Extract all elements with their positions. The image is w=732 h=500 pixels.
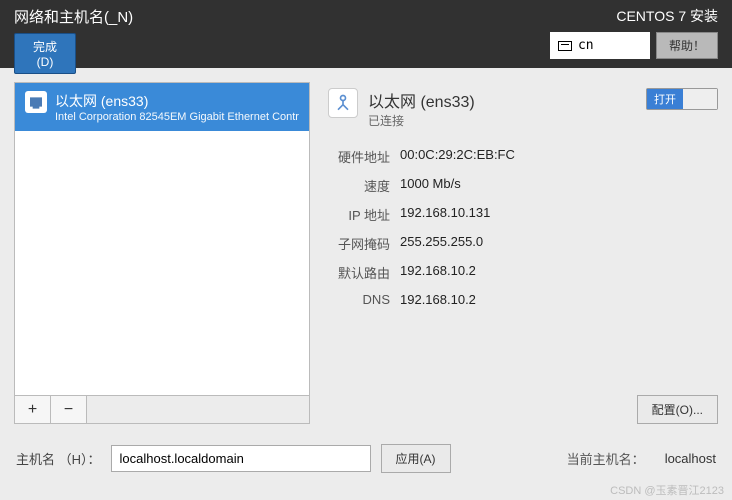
add-device-button[interactable]: + [15,396,51,423]
hostname-input[interactable] [111,445,371,472]
remove-device-button[interactable]: − [51,396,87,423]
done-button[interactable]: 完成(D) [14,33,76,74]
add-remove-bar: + − [14,396,310,424]
ethernet-icon [25,91,47,113]
info-row-gateway: 默认路由192.168.10.2 [328,263,718,282]
info-row-speed: 速度1000 Mb/s [328,176,718,195]
info-row-hwaddr: 硬件地址00:0C:29:2C:EB:FC [328,147,718,166]
detail-title: 以太网 (ens33) [368,88,475,112]
content-area: 以太网 (ens33) Intel Corporation 82545EM Gi… [0,68,732,438]
help-button[interactable]: 帮助！ [656,32,718,59]
ethernet-icon [328,88,358,118]
device-item-ens33[interactable]: 以太网 (ens33) Intel Corporation 82545EM Gi… [15,83,309,131]
info-row-dns: DNS192.168.10.2 [328,292,718,307]
configure-button[interactable]: 配置(O)... [637,395,718,424]
connection-toggle[interactable]: 打开 [646,88,718,110]
keyboard-layout-label: cn [578,38,594,53]
header-bar: 网络和主机名(_N) 完成(D) CENTOS 7 安装 cn 帮助！ [0,0,732,68]
keyboard-icon [558,41,572,51]
device-subtitle: Intel Corporation 82545EM Gigabit Ethern… [55,111,299,123]
page-title: 网络和主机名(_N) [14,6,133,27]
info-row-mask: 子网掩码255.255.255.0 [328,234,718,253]
current-hostname-value: localhost [665,451,716,466]
keyboard-layout-selector[interactable]: cn [550,32,650,59]
watermark: CSDN @玉素晋江2123 [610,482,724,498]
hostname-label: 主机名 （H）： [16,449,101,468]
apply-button[interactable]: 应用(A) [381,444,451,473]
hostname-bar: 主机名 （H）： 应用(A) 当前主机名： localhost [0,438,732,479]
toggle-on-label: 打开 [647,89,683,109]
detail-status: 已连接 [368,112,475,129]
header-right: CENTOS 7 安装 cn 帮助！ [550,6,718,68]
info-row-ip: IP 地址192.168.10.131 [328,205,718,224]
device-list: 以太网 (ens33) Intel Corporation 82545EM Gi… [14,82,310,396]
header-left: 网络和主机名(_N) 完成(D) [14,6,133,68]
current-hostname-label: 当前主机名： [567,449,645,468]
detail-info: 硬件地址00:0C:29:2C:EB:FC 速度1000 Mb/s IP 地址1… [328,147,718,307]
install-title: CENTOS 7 安装 [550,6,718,26]
device-panel: 以太网 (ens33) Intel Corporation 82545EM Gi… [14,82,310,424]
detail-panel: 以太网 (ens33) 已连接 打开 硬件地址00:0C:29:2C:EB:FC… [328,82,718,424]
device-name: 以太网 (ens33) [55,91,299,111]
toggle-handle [683,89,717,109]
